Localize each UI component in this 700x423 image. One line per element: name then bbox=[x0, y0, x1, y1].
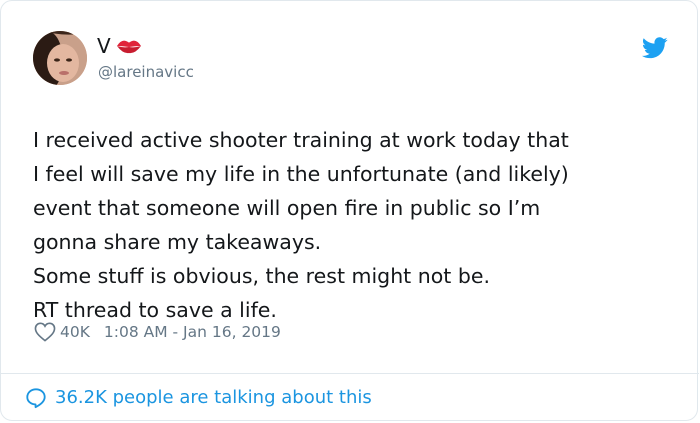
tweet-line: Some stuff is obvious, the rest might no… bbox=[33, 264, 490, 288]
tweet-timestamp[interactable]: 1:08 AM - Jan 16, 2019 bbox=[104, 321, 281, 343]
like-count[interactable]: 40K bbox=[60, 321, 90, 343]
tweet-meta: 40K 1:08 AM - Jan 16, 2019 bbox=[34, 321, 281, 343]
heart-outline-icon[interactable] bbox=[34, 322, 56, 342]
speech-bubble-icon bbox=[26, 388, 46, 409]
user-handle[interactable]: @lareinavicc bbox=[98, 63, 194, 81]
tweet-line: I feel will save my life in the unfortun… bbox=[33, 162, 569, 186]
conversation-count-text[interactable]: 36.2K people are talking about this bbox=[55, 386, 372, 410]
user-name-row[interactable]: V bbox=[97, 34, 143, 58]
tweet-text: I received active shooter training at wo… bbox=[33, 123, 683, 327]
kiss-mark-icon bbox=[116, 40, 141, 54]
twitter-bird-icon[interactable] bbox=[642, 37, 668, 59]
profile-photo bbox=[33, 31, 87, 85]
tweet-line: I received active shooter training at wo… bbox=[33, 128, 569, 152]
avatar[interactable] bbox=[33, 31, 87, 85]
divider bbox=[1, 373, 699, 374]
tweet-line: event that someone will open fire in pub… bbox=[33, 196, 541, 220]
conversation-link[interactable]: 36.2K people are talking about this bbox=[25, 386, 372, 410]
tweet-card: V @lareinavicc I received active shooter… bbox=[0, 0, 699, 421]
display-name[interactable]: V bbox=[97, 34, 111, 58]
tweet-line: gonna share my takeaways. bbox=[33, 230, 322, 254]
